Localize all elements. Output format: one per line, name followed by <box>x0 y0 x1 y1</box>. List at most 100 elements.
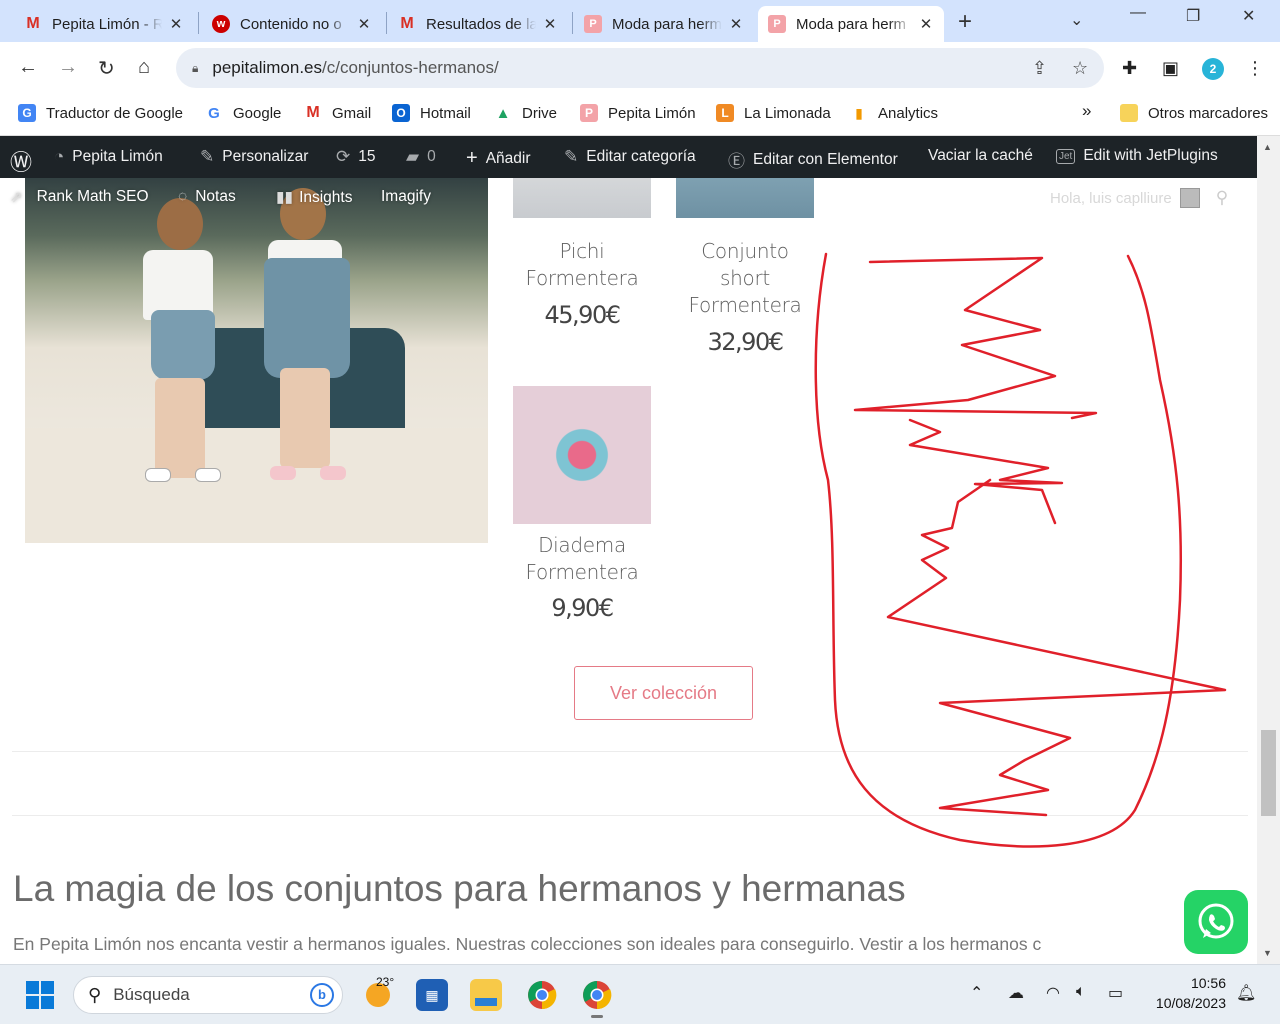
bookmarks-bar: G Traductor de Google G Google M Gmail O Hot… <box>0 92 1280 136</box>
home-icon[interactable]: ⌂ <box>138 56 150 79</box>
tab-title: Pepita Limón - R <box>52 15 162 33</box>
wp-notes[interactable]: ◌ Notas <box>178 188 236 206</box>
bookmark-traductor[interactable]: G Traductor de Google <box>18 104 183 122</box>
gmail-icon: M <box>26 15 40 32</box>
user-avatar <box>1179 188 1200 208</box>
search-icon[interactable]: ⚲ <box>1216 188 1228 208</box>
wp-jetplugins[interactable]: Jet Edit with JetPlugins <box>1056 147 1218 165</box>
tab-search-icon[interactable]: ⌄ <box>1070 10 1083 30</box>
wifi-icon[interactable]: ◠ <box>1046 983 1060 1003</box>
tab-pepita-limon-gmail[interactable]: M Pepita Limón - R ✕ <box>14 6 194 42</box>
view-collection-button[interactable]: Ver colección <box>574 666 753 720</box>
product-image[interactable] <box>513 386 651 524</box>
bookmark-limonada[interactable]: L La Limonada <box>716 104 831 122</box>
url-text[interactable]: pepitalimon.es/c/conjuntos-hermanos/ <box>212 58 498 78</box>
analytics-icon: ▮ <box>855 104 863 121</box>
w-icon: w <box>212 15 230 33</box>
comment-icon: ▰ <box>406 147 420 166</box>
page-content: Pichi Formentera 45,90€ Conjunto short Form… <box>0 178 1257 964</box>
wp-edit-category[interactable]: ✎ Editar categoría <box>564 147 696 167</box>
share-icon[interactable]: ⇪ <box>1032 58 1047 79</box>
bookmark-analytics[interactable]: ▮ Analytics <box>850 104 938 122</box>
scroll-up-icon[interactable]: ▲ <box>1263 142 1272 152</box>
back-icon[interactable]: ← <box>18 56 38 79</box>
restore-icon[interactable]: ❐ <box>1186 6 1200 26</box>
window-close-icon[interactable]: ✕ <box>1242 6 1255 26</box>
page-scrollbar[interactable]: ▲ ▼ <box>1257 136 1280 964</box>
wp-updates[interactable]: ⟳ 15 <box>336 147 376 167</box>
close-icon[interactable]: ✕ <box>168 15 184 33</box>
wp-rank-math[interactable]: ⇗ Rank Math SEO <box>10 188 149 206</box>
wp-clear-cache[interactable]: Vaciar la caché <box>928 147 1033 165</box>
bookmark-drive[interactable]: ▲ Drive <box>494 104 557 122</box>
extensions-icon[interactable]: ✚ <box>1122 58 1137 79</box>
tab-title: Contenido no o <box>240 15 342 33</box>
profile-avatar[interactable]: 2 <box>1202 58 1224 80</box>
pepita-icon: P <box>768 15 786 33</box>
battery-icon[interactable]: ▭ <box>1108 983 1123 1003</box>
onedrive-icon[interactable]: ☁ <box>1008 983 1024 1003</box>
weather-widget[interactable]: 23° <box>362 975 394 1011</box>
store-icon[interactable]: ▦ <box>416 979 448 1011</box>
tab-contenido[interactable]: w Contenido no o ✕ <box>202 6 382 42</box>
dashboard-icon: ◔ <box>54 147 65 166</box>
brush-icon: ✎ <box>200 147 215 166</box>
wp-comments[interactable]: ▰ 0 <box>406 147 436 167</box>
volume-icon[interactable]: 🔈︎ <box>1076 983 1086 1001</box>
bookmark-star-icon[interactable]: ☆ <box>1072 58 1088 79</box>
bookmark-gmail[interactable]: M Gmail <box>304 104 371 122</box>
chrome-icon[interactable] <box>526 979 558 1011</box>
tab-resultados[interactable]: M Resultados de la ✕ <box>388 6 568 42</box>
close-icon[interactable]: ✕ <box>356 15 372 33</box>
wp-insights[interactable]: ▮▮ Insights <box>276 188 352 207</box>
intro-paragraph: En Pepita Limón nos encanta vestir a her… <box>13 934 1042 954</box>
windows-start-icon[interactable] <box>24 979 56 1011</box>
updates-icon: ⟳ <box>336 147 351 166</box>
taskbar-clock[interactable]: 10:56 10/08/2023 <box>1146 973 1226 1013</box>
lock-icon[interactable]: 🔒︎ <box>192 61 198 76</box>
scroll-down-icon[interactable]: ▼ <box>1263 948 1272 958</box>
bookmarks-overflow-button[interactable]: » <box>1082 101 1091 121</box>
bookmark-google[interactable]: G Google <box>205 104 281 122</box>
wp-imagify[interactable]: Imagify <box>381 188 431 206</box>
whatsapp-icon <box>1198 903 1234 939</box>
other-bookmarks-folder[interactable]: Otros marcadores <box>1120 104 1268 122</box>
wp-elementor[interactable]: Ⓔ Editar con Elementor <box>728 147 898 172</box>
wp-site-name[interactable]: ◔ Pepita Limón <box>54 147 163 167</box>
insights-icon: ▮▮ <box>276 189 294 206</box>
product-price: 32,90€ <box>707 328 784 356</box>
tab-moda-hermanos-1[interactable]: P Moda para herm ✕ <box>574 6 754 42</box>
wordpress-icon[interactable]: Ⓦ <box>10 145 32 177</box>
bing-icon[interactable]: b <box>310 983 334 1007</box>
menu-kebab-icon[interactable]: ⋮ <box>1246 58 1264 79</box>
taskbar-search[interactable]: ⚲ Búsqueda b <box>73 976 343 1014</box>
wp-add-new[interactable]: + Añadir <box>466 147 531 170</box>
wp-user-greeting[interactable]: Hola, luis caplliure ⚲ <box>1050 188 1228 208</box>
chrome-active-icon[interactable] <box>581 979 613 1018</box>
product-name[interactable]: Diadema Formentera <box>503 532 661 586</box>
bookmark-hotmail[interactable]: O Hotmail <box>392 104 471 122</box>
product-name[interactable]: Conjunto short Formentera <box>666 238 824 319</box>
new-tab-button[interactable]: + <box>958 8 972 36</box>
product-name[interactable]: Pichi Formentera <box>503 238 661 292</box>
address-bar[interactable]: 🔒︎ pepitalimon.es/c/conjuntos-hermanos/ … <box>176 48 1104 88</box>
reload-icon[interactable]: ↻ <box>98 56 115 81</box>
minimize-icon[interactable]: — <box>1130 4 1146 22</box>
forward-icon[interactable]: → <box>58 56 78 79</box>
wp-customize[interactable]: ✎ Personalizar <box>200 147 308 167</box>
whatsapp-button[interactable] <box>1184 890 1248 954</box>
product-image[interactable] <box>676 178 814 218</box>
bookmark-pepita[interactable]: P Pepita Limón <box>580 104 696 122</box>
notifications-icon[interactable]: 🔔︎ <box>1236 983 1256 1003</box>
divider <box>12 751 1248 752</box>
product-image[interactable] <box>513 178 651 218</box>
file-explorer-icon[interactable] <box>470 979 502 1011</box>
elementor-icon: Ⓔ <box>728 152 745 171</box>
close-icon[interactable]: ✕ <box>728 15 744 33</box>
tray-chevron-icon[interactable]: ⌃ <box>970 983 983 1003</box>
close-icon[interactable]: ✕ <box>542 15 558 33</box>
tab-moda-hermanos-active[interactable]: P Moda para herm ✕ <box>758 6 944 42</box>
scroll-thumb[interactable] <box>1261 730 1276 816</box>
close-icon[interactable]: ✕ <box>918 15 934 33</box>
side-panel-icon[interactable]: ▣ <box>1162 58 1179 79</box>
